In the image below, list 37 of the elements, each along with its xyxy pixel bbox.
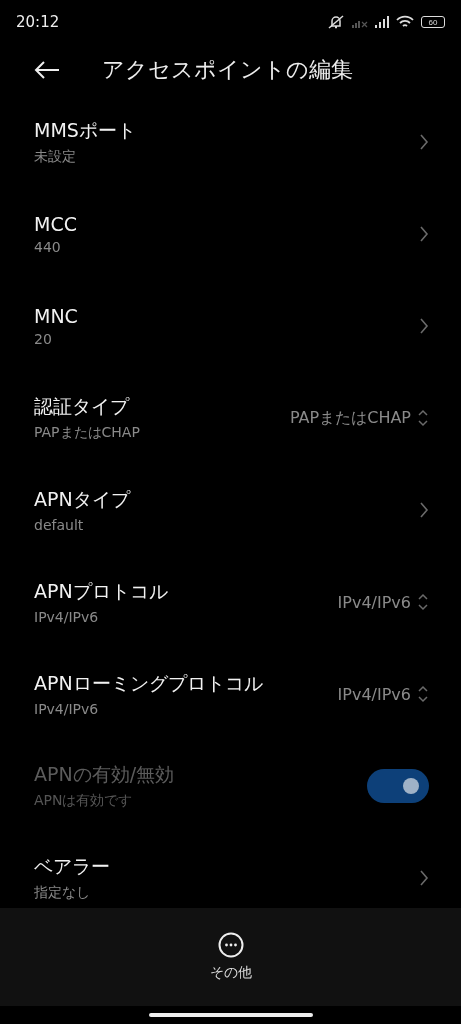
row-value: IPv4/IPv6	[337, 684, 411, 704]
up-down-icon	[417, 408, 429, 428]
more-icon	[217, 932, 244, 958]
wifi-icon	[396, 15, 414, 29]
up-down-icon	[417, 684, 429, 704]
row-subtitle: IPv4/IPv6	[34, 701, 100, 717]
more-button[interactable]: その他	[209, 932, 252, 982]
row-title[interactable]: APNタイプ	[34, 487, 419, 513]
row-value: PAPまたはCHAP	[290, 407, 411, 429]
row-title[interactable]: 認証タイプ	[34, 394, 290, 420]
row-subtitle: PAPまたはCHAP	[34, 424, 141, 442]
mute-bell-icon	[327, 15, 345, 29]
status-time: 20:12	[16, 13, 60, 31]
battery-icon: 60	[421, 16, 445, 28]
row-subtitle: 440	[34, 239, 62, 255]
row-title[interactable]: MCC	[34, 213, 419, 235]
row-subtitle: 指定なし	[34, 884, 91, 902]
row-title[interactable]: ベアラー	[34, 854, 419, 880]
back-arrow-icon[interactable]	[34, 60, 60, 80]
row-title[interactable]: MNC	[34, 305, 419, 327]
chevron-right-icon	[419, 133, 429, 151]
signal-icon	[375, 16, 389, 28]
row-subtitle: 20	[34, 331, 53, 347]
chevron-right-icon	[419, 317, 429, 335]
chevron-right-icon	[419, 869, 429, 887]
row-subtitle: 未設定	[34, 148, 77, 166]
chevron-right-icon	[419, 225, 429, 243]
chevron-right-icon	[419, 501, 429, 519]
row-value: IPv4/IPv6	[337, 592, 411, 612]
row-title[interactable]: MMSポート	[34, 118, 419, 144]
row-subtitle: default	[34, 517, 85, 533]
up-down-icon	[417, 592, 429, 612]
row-subtitle: IPv4/IPv6	[34, 609, 100, 625]
row-subtitle: APNは有効です	[34, 792, 134, 810]
row-title[interactable]: APNローミングプロトコル	[34, 671, 338, 697]
page-title: アクセスポイントの編集	[102, 56, 353, 84]
row-title[interactable]: APNプロトコル	[34, 579, 338, 605]
